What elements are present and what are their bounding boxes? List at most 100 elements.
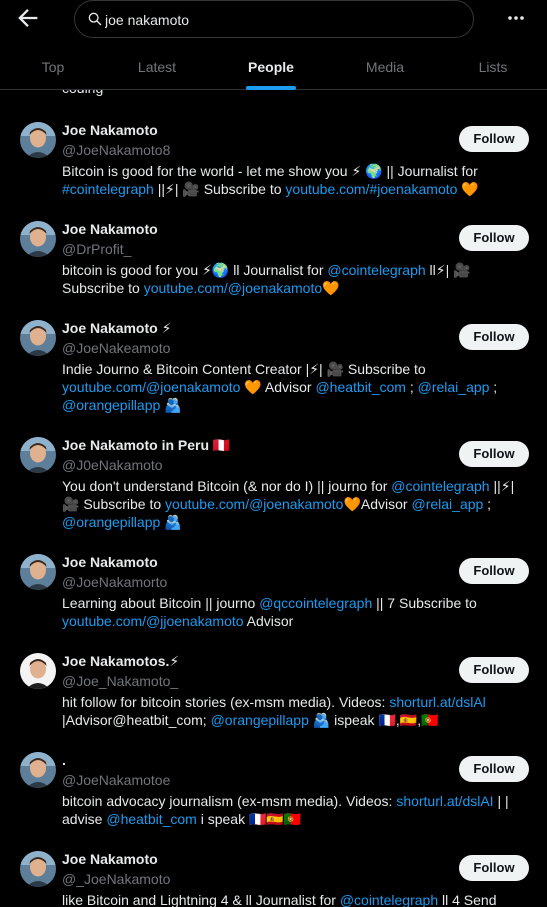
follow-button[interactable]: Follow [459,324,529,350]
bio-text: Learning about Bitcoin || journo [62,595,260,611]
person-name[interactable]: Joe Nakamoto [62,221,158,237]
bio-text: 🧡Advisor [343,496,412,512]
more-options-icon[interactable] [500,6,532,30]
person-bio: You don't understand Bitcoin (& nor do I… [62,477,527,531]
bio-link[interactable]: #cointelegraph [62,181,154,197]
bio-link[interactable]: youtube.com/@joenakamoto [62,379,240,395]
person-bio: Learning about Bitcoin || journo @qccoin… [62,594,527,630]
bio-link[interactable]: youtube.com/@jjoenakamoto [62,613,244,629]
bio-text: ; [489,379,498,395]
search-box[interactable] [74,0,474,38]
person-name[interactable]: . [62,752,66,768]
avatar[interactable] [20,437,56,473]
tab-people[interactable]: People [226,44,316,90]
person-name[interactable]: Joe Nakamoto [62,851,158,867]
follow-button[interactable]: Follow [459,558,529,584]
bio-link[interactable]: @relai_app [418,379,490,395]
bio-line: Bitcoin is good for the world - let me s… [62,162,527,180]
bio-text: bitcoin advocacy journalism (ex-msm medi… [62,793,397,809]
search-icon [88,12,102,26]
avatar[interactable] [20,752,56,788]
avatar[interactable] [20,320,56,356]
bio-line: hit follow for bitcoin stories (ex-msm m… [62,693,527,711]
bio-link[interactable]: @qccointelegraph [259,595,372,611]
tab-lists[interactable]: Lists [448,44,538,90]
person-name[interactable]: Joe Nakamotos.⚡ [62,653,179,670]
person-handle: @JoeNakamoto8 [62,142,171,158]
bio-line: |Advisor@heatbit_com; @orangepillapp 🫂 i… [62,711,527,729]
follow-button[interactable]: Follow [459,441,529,467]
bio-line: bitcoin is good for you ⚡🌍 ll Journalist… [62,261,527,279]
bio-text: ll⚡| 🎥 [425,262,471,278]
tab-latest[interactable]: Latest [112,44,202,90]
person-handle: @JoeNakamotoe [62,772,171,788]
back-arrow-icon[interactable] [14,4,42,32]
person-bio: bitcoin is good for you ⚡🌍 ll Journalist… [62,261,527,297]
bio-link[interactable]: youtube.com/@joenakamoto [144,280,322,296]
bio-link[interactable]: @relai_app [411,496,483,512]
bio-link[interactable]: shorturl.at/dslAl [389,694,485,710]
bio-link[interactable]: @orangepillapp [62,514,160,530]
bio-text: 🎥 Subscribe to [62,496,166,512]
bio-text: bitcoin is good for you ⚡🌍 ll Journalist… [62,262,328,278]
bio-text: 🧡 Advisor [240,379,316,395]
bio-text: | | [493,793,509,809]
bio-line: Subscribe to youtube.com/@joenakamoto🧡 [62,279,527,297]
bio-line: 🎥 Subscribe to youtube.com/@joenakamoto🧡… [62,495,527,513]
person-handle: @Joe_Nakamoto_ [62,673,179,689]
bio-link[interactable]: @heatbit_com [315,379,405,395]
bio-link[interactable]: @heatbit_com [106,811,196,827]
bio-line: Learning about Bitcoin || journo @qccoin… [62,594,527,612]
bio-link[interactable]: @cointelegraph [391,478,489,494]
header: Top Latest People Media Lists [0,0,547,90]
bio-link[interactable]: @orangepillapp [62,397,160,413]
bio-line: @orangepillapp 🫂 [62,513,527,531]
follow-button[interactable]: Follow [459,126,529,152]
follow-button[interactable]: Follow [459,225,529,251]
bio-line: bitcoin advocacy journalism (ex-msm medi… [62,792,527,810]
bio-text: Advisor [243,613,294,629]
avatar[interactable] [20,122,56,158]
bio-link[interactable]: shorturl.at/dslAI [396,793,493,809]
person-bio: bitcoin advocacy journalism (ex-msm medi… [62,792,527,828]
bio-line: youtube.com/@jjoenakamoto Advisor [62,612,527,630]
bio-text: 🫂 [160,397,182,413]
person-handle: @_JoeNakamoto [62,871,171,887]
bio-link[interactable]: @cointelegraph [340,892,438,907]
bio-text: advise [62,811,107,827]
bio-text: ; [483,496,492,512]
person-name[interactable]: Joe Nakamoto [62,122,158,138]
person-name[interactable]: Joe Nakamoto ⚡ [62,320,171,337]
person-name[interactable]: Joe Nakamoto [62,554,158,570]
bio-text: 🫂 ispeak 🇫🇷,🇪🇸,🇵🇹 [308,712,439,728]
follow-button[interactable]: Follow [459,657,529,683]
bio-text: like Bitcoin and Lightning 4 & ll Journa… [62,892,340,907]
person-bio: Bitcoin is good for the world - let me s… [62,162,527,198]
bio-text: hit follow for bitcoin stories (ex-msm m… [62,694,390,710]
person-name[interactable]: Joe Nakamoto in Peru 🇵🇪 [62,437,230,454]
tab-top[interactable]: Top [14,44,92,90]
bio-text: ||⚡| [489,478,515,494]
follow-button[interactable]: Follow [459,855,529,881]
bio-text: ||⚡| 🎥 Subscribe to [153,181,286,197]
person-handle: @DrProfit_ [62,241,132,257]
bio-line: You don't understand Bitcoin (& nor do I… [62,477,527,495]
avatar[interactable] [20,851,56,887]
bio-link[interactable]: youtube.com/@joenakamoto [165,496,343,512]
avatar[interactable] [20,221,56,257]
bio-text: 🧡 [457,181,479,197]
bio-text: |Advisor@heatbit_com; [62,712,211,728]
bio-link[interactable]: @cointelegraph [327,262,425,278]
follow-button[interactable]: Follow [459,756,529,782]
active-tab-indicator [246,86,296,90]
search-input[interactable] [105,10,445,30]
avatar[interactable] [20,554,56,590]
tab-media[interactable]: Media [340,44,430,90]
person-bio: hit follow for bitcoin stories (ex-msm m… [62,693,527,729]
bio-line: #cointelegraph ||⚡| 🎥 Subscribe to youtu… [62,180,527,198]
bio-link[interactable]: @orangepillapp [211,712,309,728]
bio-text: || 7 Subscribe to [372,595,477,611]
avatar[interactable] [20,653,56,689]
bio-link[interactable]: youtube.com/#joenakamoto [285,181,457,197]
bio-text: Indie Journo & Bitcoin Content Creator |… [62,361,426,377]
